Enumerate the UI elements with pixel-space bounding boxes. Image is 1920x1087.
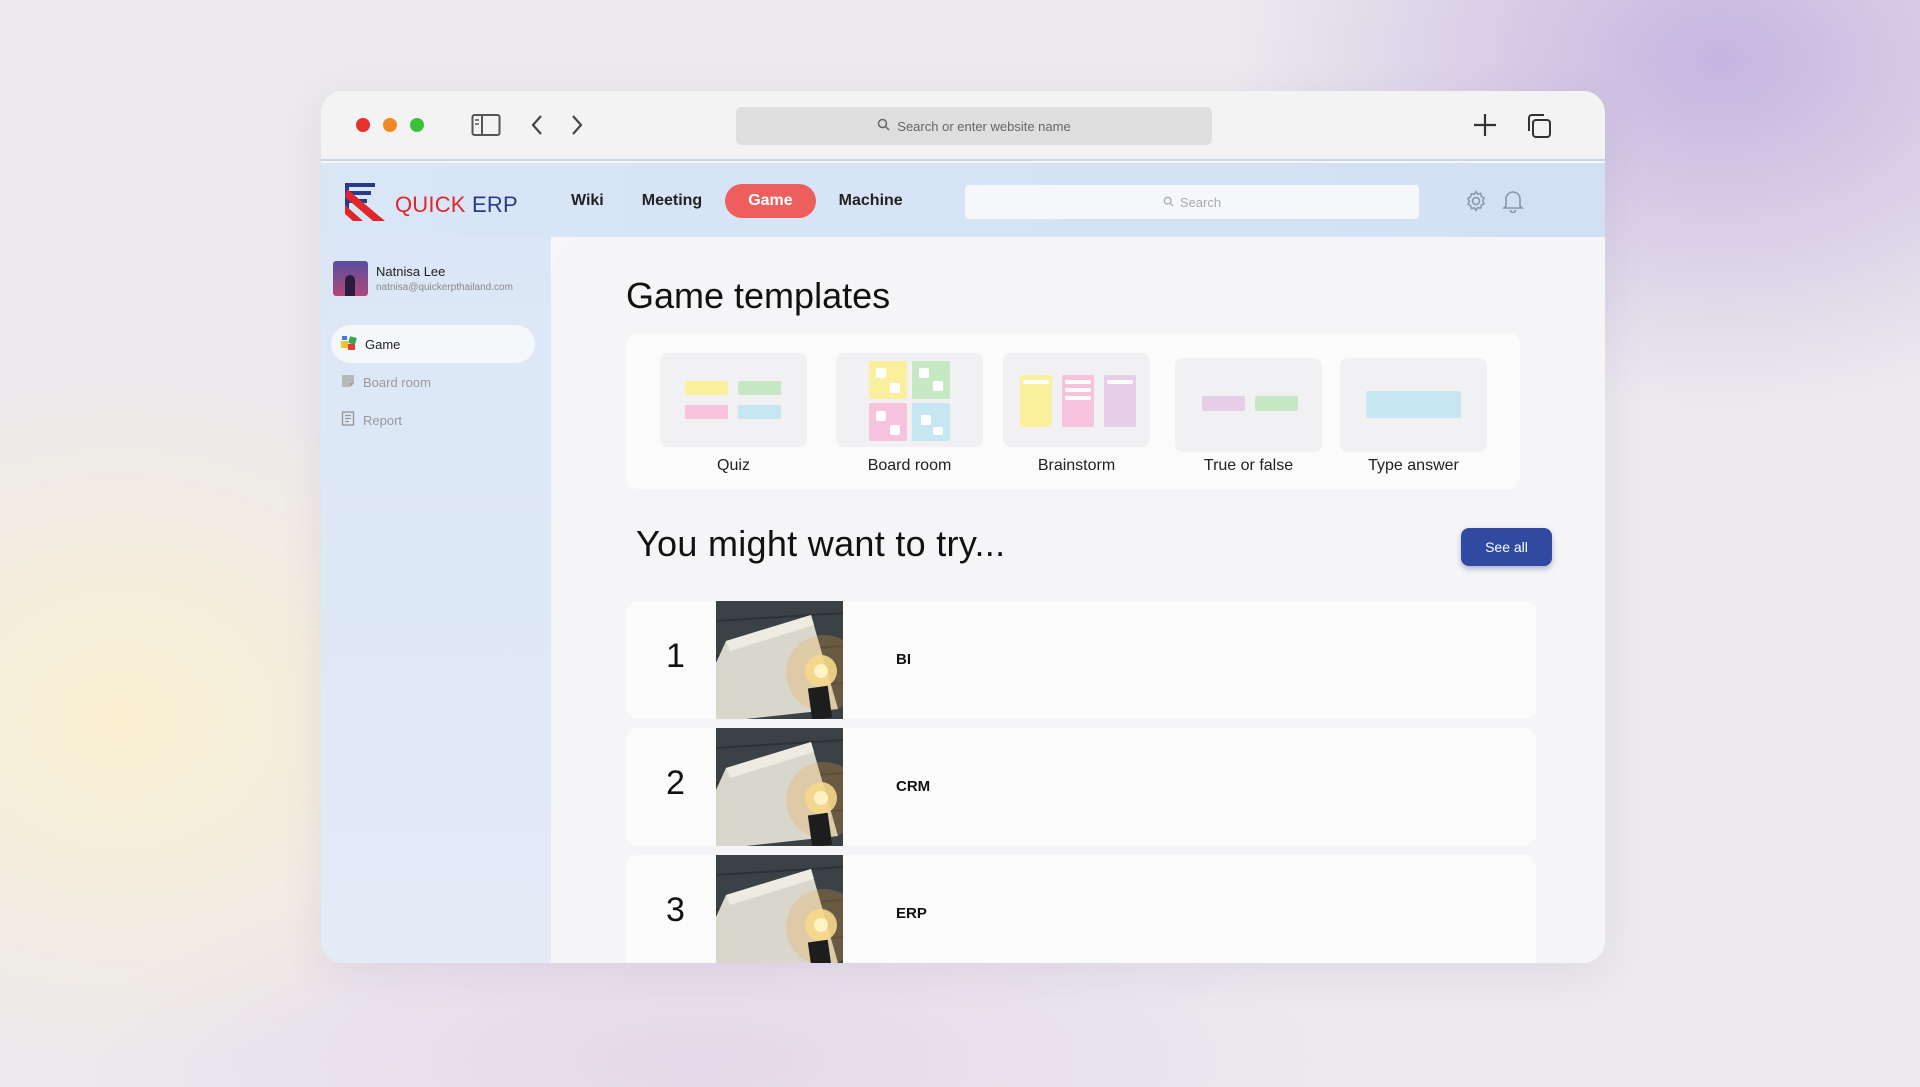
template-type-answer[interactable]: Type answer — [1340, 353, 1487, 475]
section-title: You might want to try... — [636, 523, 1006, 564]
close-window-button[interactable] — [356, 118, 370, 132]
report-icon — [341, 411, 355, 429]
logo-mark-icon — [345, 183, 387, 226]
nav-game[interactable]: Game — [725, 184, 816, 218]
forward-arrow-icon[interactable] — [569, 113, 585, 142]
template-quiz-thumbnail — [660, 353, 807, 447]
game-icon — [341, 335, 357, 354]
list-item-title: ERP — [896, 905, 927, 922]
sidebar-toggle-icon[interactable] — [471, 113, 501, 142]
nav-machine[interactable]: Machine — [824, 184, 918, 218]
sidebar-item-label: Board room — [363, 374, 431, 390]
template-gallery: Quiz Board room Brainstorm True or false… — [626, 333, 1520, 489]
list-item[interactable]: 2 CRM — [626, 728, 1536, 846]
template-label: Board room — [867, 457, 952, 474]
nav-meeting[interactable]: Meeting — [627, 184, 717, 218]
app-header: QUICK ERP Wiki Meeting Game Machine Sear… — [321, 163, 1605, 237]
list-item-title: CRM — [896, 778, 931, 795]
template-true-or-false-thumbnail — [1175, 358, 1322, 452]
search-icon — [1163, 195, 1174, 210]
template-label: Brainstorm — [1037, 457, 1116, 474]
browser-toolbar: Search or enter website name — [321, 91, 1605, 161]
minimize-window-button[interactable] — [383, 118, 397, 132]
list-item[interactable]: 3 ERP — [626, 855, 1536, 963]
template-quiz[interactable]: Quiz — [660, 353, 807, 475]
template-board-room[interactable]: Board room — [836, 353, 983, 475]
search-placeholder: Search — [1179, 194, 1222, 210]
new-tab-icon[interactable] — [1471, 111, 1499, 144]
list-item-rank: 3 — [666, 891, 685, 929]
user-profile[interactable]: Natnisa Lee natnisa@quickerpthailand.com — [333, 261, 513, 296]
sidebar-item-report[interactable]: Report — [331, 401, 535, 439]
app-search-input[interactable]: Search — [965, 185, 1419, 219]
list-item-rank: 2 — [666, 764, 685, 802]
nav-wiki[interactable]: Wiki — [556, 184, 619, 218]
sidebar-item-game[interactable]: Game — [331, 325, 535, 363]
bell-icon[interactable] — [1502, 189, 1524, 218]
logo-text-erp: ERP — [472, 191, 518, 217]
maximize-window-button[interactable] — [410, 118, 424, 132]
list-item-rank: 1 — [666, 637, 685, 675]
user-name: Natnisa Lee — [376, 264, 446, 279]
template-true-or-false[interactable]: True or false — [1175, 353, 1322, 475]
list-item-title: BI — [896, 651, 911, 668]
sidebar-item-label: Game — [365, 336, 401, 352]
search-icon — [877, 118, 890, 134]
sidebar-menu: Game Board room Report — [331, 325, 535, 439]
template-label: True or false — [1203, 457, 1294, 474]
sidebar-item-board-room[interactable]: Board room — [331, 363, 535, 401]
template-type-answer-thumbnail — [1340, 358, 1487, 452]
sidebar-item-label: Report — [363, 412, 403, 428]
back-arrow-icon[interactable] — [529, 113, 545, 142]
browser-window: Search or enter website name QUICK ERP W… — [321, 91, 1605, 963]
app-logo[interactable]: QUICK ERP — [345, 183, 518, 226]
lightbulb-image — [716, 855, 843, 963]
url-bar[interactable]: Search or enter website name — [736, 107, 1212, 145]
gear-icon[interactable] — [1464, 189, 1488, 218]
lightbulb-image — [716, 601, 843, 719]
user-email: natnisa@quickerpthailand.com — [376, 282, 513, 293]
template-brainstorm[interactable]: Brainstorm — [1003, 353, 1150, 475]
list-item[interactable]: 1 BI — [626, 601, 1536, 719]
template-board-room-thumbnail — [836, 353, 983, 447]
logo-text-quick: QUICK — [395, 191, 466, 217]
sidebar: Natnisa Lee natnisa@quickerpthailand.com… — [321, 237, 551, 963]
page-title: Game templates — [626, 275, 891, 316]
tab-overview-icon[interactable] — [1525, 112, 1553, 145]
see-all-button[interactable]: See all — [1461, 528, 1552, 566]
url-placeholder: Search or enter website name — [897, 118, 1071, 134]
template-label: Quiz — [717, 457, 750, 474]
template-brainstorm-thumbnail — [1003, 353, 1150, 447]
template-label: Type answer — [1368, 457, 1459, 474]
lightbulb-image — [716, 728, 843, 846]
avatar — [333, 261, 368, 296]
main-nav: Wiki Meeting Game Machine — [556, 184, 918, 218]
main-content: Game templates Quiz Board room Brainstor… — [551, 237, 1605, 963]
board-room-icon — [341, 374, 355, 391]
